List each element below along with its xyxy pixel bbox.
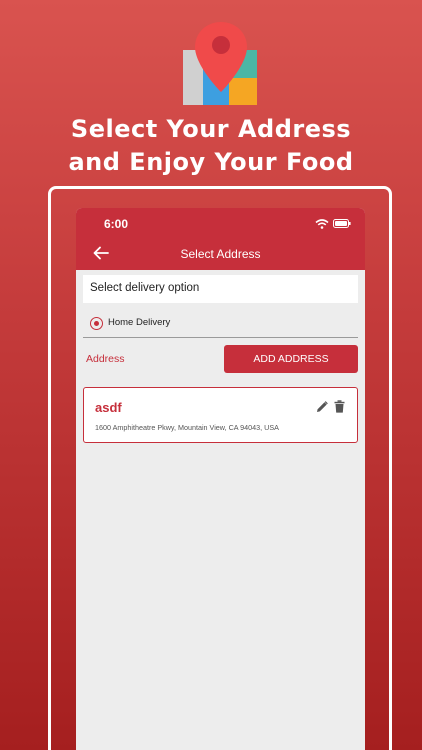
battery-icon [333, 219, 351, 228]
phone-screen: 6:00 Select Address Select delivery opti… [76, 208, 365, 750]
app-title: Select Address [180, 247, 261, 261]
add-address-button[interactable]: ADD ADDRESS [224, 345, 358, 373]
status-bar: 6:00 [76, 208, 365, 240]
edit-icon[interactable] [316, 401, 328, 413]
delivery-option-prompt[interactable]: Select delivery option [83, 275, 358, 303]
headline-line-1: Select Your Address [70, 115, 352, 143]
divider [83, 337, 358, 338]
address-text: 1600 Amphitheatre Pkwy, Mountain View, C… [95, 423, 279, 432]
radio-selected-icon[interactable] [90, 317, 103, 330]
home-delivery-label: Home Delivery [108, 317, 171, 328]
status-time: 6:00 [104, 217, 129, 231]
address-card[interactable]: asdf 1600 Amphitheatre Pkwy, Mountain Vi… [83, 387, 358, 443]
headline-line-2: and Enjoy Your Food [68, 148, 354, 176]
app-bar: Select Address [76, 240, 365, 270]
map-pin-icon [183, 22, 257, 105]
wifi-icon [315, 219, 329, 229]
address-name: asdf [95, 400, 122, 415]
delete-icon[interactable] [334, 400, 345, 413]
address-label: Address [86, 353, 125, 365]
